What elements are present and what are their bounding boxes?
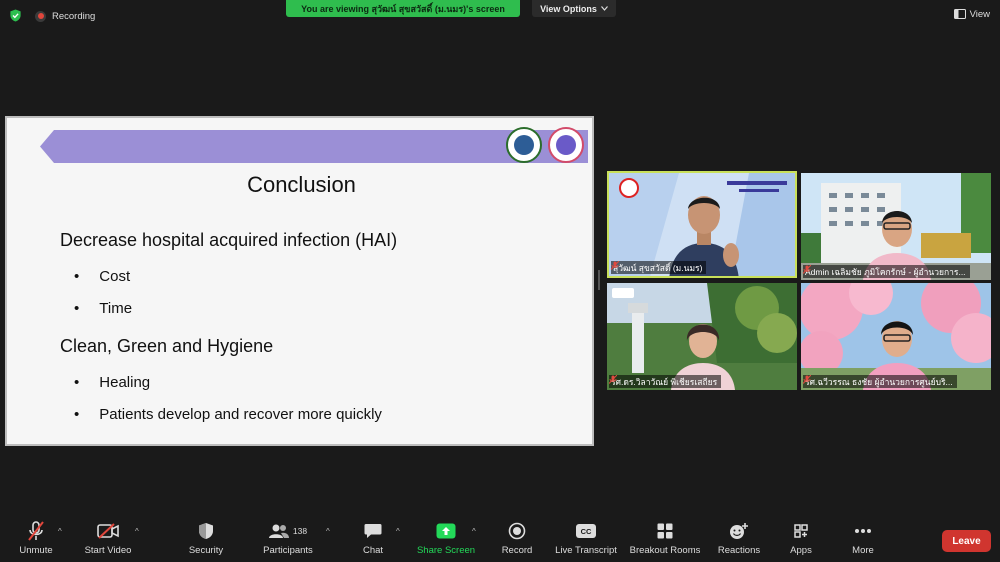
video-tile-speaker[interactable]: สุวัฒน์ สุขสวัสดิ์ (ม.นมร) [607, 171, 797, 278]
live-transcript-label: Live Transcript [555, 545, 617, 556]
start-video-button[interactable]: Start Video [80, 517, 136, 562]
participants-count: 138 [292, 526, 308, 536]
bullet-text: Time [99, 300, 133, 317]
reactions-button[interactable]: Reactions [715, 517, 763, 562]
bullet-text: Healing [99, 374, 151, 391]
unmute-label: Unmute [19, 545, 53, 556]
chat-button[interactable]: Chat [356, 517, 390, 562]
video-options-caret[interactable]: ^ [135, 527, 139, 536]
apps-button[interactable]: Apps [784, 517, 818, 562]
participant-name: Admin เฉลิมชัย ภูมิโคกรักษ์ - ผู้อำนวยกา… [805, 266, 966, 277]
participant-video-feed [801, 283, 991, 390]
university-logo-icon [506, 127, 542, 163]
slide-bullet: • Cost [74, 268, 130, 285]
record-button[interactable]: Record [498, 517, 536, 562]
participants-options-caret[interactable]: ^ [326, 527, 330, 536]
view-options-label: View Options [540, 3, 597, 14]
slide-bullet: • Patients develop and recover more quic… [74, 406, 382, 423]
slide-heading-hai: Decrease hospital acquired infection (HA… [60, 230, 398, 250]
share-options-caret[interactable]: ^ [472, 527, 476, 536]
chat-options-caret[interactable]: ^ [396, 527, 400, 536]
participants-icon [268, 524, 289, 538]
participant-video-feed [607, 283, 797, 390]
bullet-dot: • [74, 374, 80, 391]
zoom-meeting-window: Recording You are viewing สุวัฒน์ สุขสวั… [0, 0, 1000, 562]
leave-button[interactable]: Leave [942, 530, 991, 552]
share-screen-button[interactable]: Share Screen [416, 517, 476, 562]
slide-title: Conclusion [247, 172, 356, 197]
chevron-down-icon [600, 6, 608, 11]
security-shield-icon [199, 523, 213, 539]
chat-bubble-icon [364, 524, 382, 538]
view-layout-icon [953, 9, 966, 19]
slide-bullet: • Healing [74, 374, 150, 391]
breakout-rooms-button[interactable]: Breakout Rooms [628, 517, 702, 562]
closed-caption-icon: CC [576, 524, 596, 538]
participant-name: รศ.ฉวีวรรณ ธงชัย ผู้อำนวยการศูนย์บริ... [805, 376, 953, 387]
participants-label: Participants [263, 545, 313, 556]
video-tile-participant[interactable]: รศ.ดร.วิลาวัณย์ พิเชียรเสถียร [607, 283, 797, 390]
audio-options-caret[interactable]: ^ [58, 527, 62, 536]
bullet-dot: • [74, 406, 80, 423]
record-label: Record [501, 545, 533, 556]
more-dots-icon [855, 529, 871, 533]
participants-button[interactable]: 138 Participants [260, 517, 316, 562]
security-label: Security [188, 545, 224, 556]
participant-name: สุวัฒน์ สุขสวัสดิ์ (ม.นมร) [613, 262, 703, 273]
splitter-handle[interactable] [598, 270, 600, 290]
record-icon [508, 522, 526, 540]
slide-heading-green: Clean, Green and Hygiene [60, 336, 274, 356]
participant-video-feed [801, 173, 991, 280]
bullet-dot: • [74, 300, 80, 317]
hospital-logo-icon [548, 127, 584, 163]
recording-indicator[interactable]: Recording [35, 9, 95, 23]
reactions-label: Reactions [717, 545, 761, 556]
participant-name-bar: สุวัฒน์ สุขสวัสดิ์ (ม.นมร) [611, 261, 707, 274]
view-options-button[interactable]: View Options [532, 0, 616, 17]
unmute-button[interactable]: Unmute [14, 517, 58, 562]
meeting-toolbar: Unmute ^ Start Video ^ Security 138 Part… [0, 517, 1000, 562]
muted-microphone-icon [28, 521, 44, 541]
view-button[interactable]: View [953, 6, 990, 22]
view-label: View [969, 8, 990, 20]
breakout-rooms-icon [657, 523, 673, 539]
apps-label: Apps [790, 545, 812, 556]
encryption-shield-icon[interactable] [9, 9, 22, 22]
muted-mic-icon [609, 375, 617, 384]
live-transcript-button[interactable]: CC Live Transcript [553, 517, 619, 562]
muted-mic-icon [803, 375, 811, 384]
bullet-text: Cost [99, 268, 131, 285]
security-button[interactable]: Security [185, 517, 227, 562]
shared-screen-slide: Conclusion Decrease hospital acquired in… [5, 116, 594, 446]
start-video-label: Start Video [84, 545, 132, 556]
breakout-rooms-label: Breakout Rooms [629, 545, 701, 556]
share-screen-icon [436, 523, 456, 539]
muted-mic-icon [803, 265, 811, 274]
chat-label: Chat [362, 545, 384, 556]
muted-mic-icon [611, 261, 619, 270]
viewing-screen-banner: You are viewing สุวัฒน์ สุขสวัสดิ์ (ม.นม… [286, 0, 520, 17]
more-button[interactable]: More [846, 517, 880, 562]
more-label: More [852, 545, 874, 556]
share-screen-label: Share Screen [416, 545, 476, 556]
bullet-dot: • [74, 268, 80, 285]
bullet-text: Patients develop and recover more quickl… [99, 406, 382, 423]
video-tile-participant[interactable]: Admin เฉลิมชัย ภูมิโคกรักษ์ - ผู้อำนวยกา… [801, 173, 991, 280]
recording-label: Recording [52, 10, 96, 22]
smiley-plus-icon [730, 523, 748, 539]
participant-name: รศ.ดร.วิลาวัณย์ พิเชียรเสถียร [611, 376, 718, 387]
record-dot-icon [35, 10, 46, 22]
slide-bullet: • Time [74, 300, 132, 317]
apps-icon [794, 524, 808, 538]
video-off-icon [97, 523, 119, 539]
participant-name-bar: Admin เฉลิมชัย ภูมิโคกรักษ์ - ผู้อำนวยกา… [803, 265, 970, 278]
participant-name-bar: รศ.ฉวีวรรณ ธงชัย ผู้อำนวยการศูนย์บริ... [803, 375, 957, 388]
slide-logos [506, 127, 584, 163]
participant-name-bar: รศ.ดร.วิลาวัณย์ พิเชียรเสถียร [609, 375, 722, 388]
top-bar: Recording You are viewing สุวัฒน์ สุขสวั… [0, 0, 1000, 30]
video-tile-participant[interactable]: รศ.ฉวีวรรณ ธงชัย ผู้อำนวยการศูนย์บริ... [801, 283, 991, 390]
